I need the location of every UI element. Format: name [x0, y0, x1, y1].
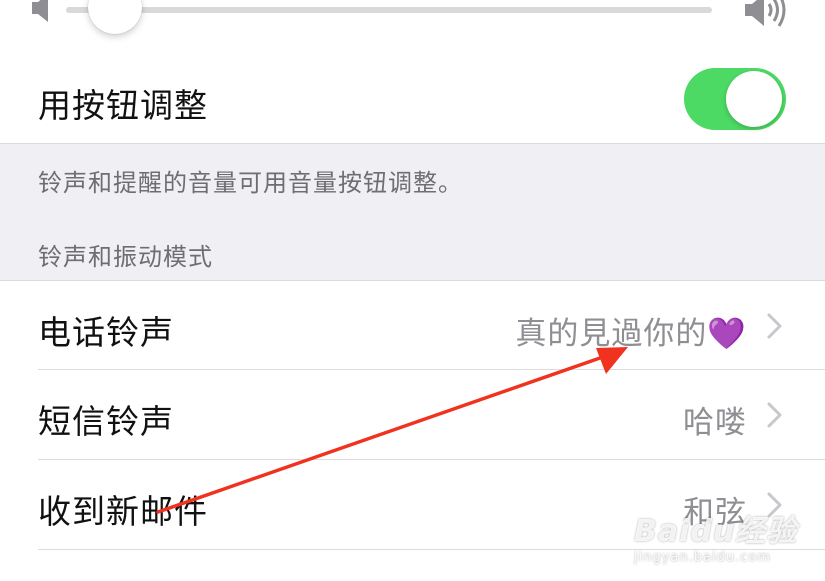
change-with-buttons-row: 用按钮调整 [0, 53, 825, 143]
chevron-right-icon [767, 402, 782, 428]
sound-row-label: 收到新邮件 [38, 492, 208, 531]
sound-row-value: 哈喽 [683, 405, 747, 441]
sound-row-label: 短信铃声 [38, 402, 174, 441]
watermark-site: jingyan.baidu.com [634, 550, 771, 565]
group-separator: 铃声和提醒的音量可用音量按钮调整。 铃声和振动模式 [0, 143, 825, 280]
speaker-high-icon [745, 0, 786, 27]
sound-row-label: 电话铃声 [38, 313, 174, 352]
baidu-watermark: Baidu经验 jingyan.baidu.com [634, 506, 797, 565]
chevron-right-icon [767, 313, 782, 339]
volume-slider-thumb[interactable] [88, 0, 142, 34]
volume-slider-track[interactable] [115, 7, 712, 13]
volume-slider-row [0, 0, 825, 53]
volume-footer-note: 铃声和提醒的音量可用音量按钮调整。 [38, 169, 463, 197]
sound-row-text-tone[interactable]: 短信铃声 哈喽 [0, 370, 825, 460]
watermark-brand: Baidu经验 [634, 514, 798, 549]
divider [0, 143, 825, 144]
sound-row-value: 真的見過你的💜 [515, 316, 747, 352]
change-with-buttons-label: 用按钮调整 [38, 86, 208, 125]
toggle-knob[interactable] [726, 71, 782, 127]
sound-row-ringtone[interactable]: 电话铃声 真的見過你的💜 [0, 281, 825, 371]
section-header: 铃声和振动模式 [38, 243, 213, 271]
speaker-low-icon [32, 0, 48, 22]
